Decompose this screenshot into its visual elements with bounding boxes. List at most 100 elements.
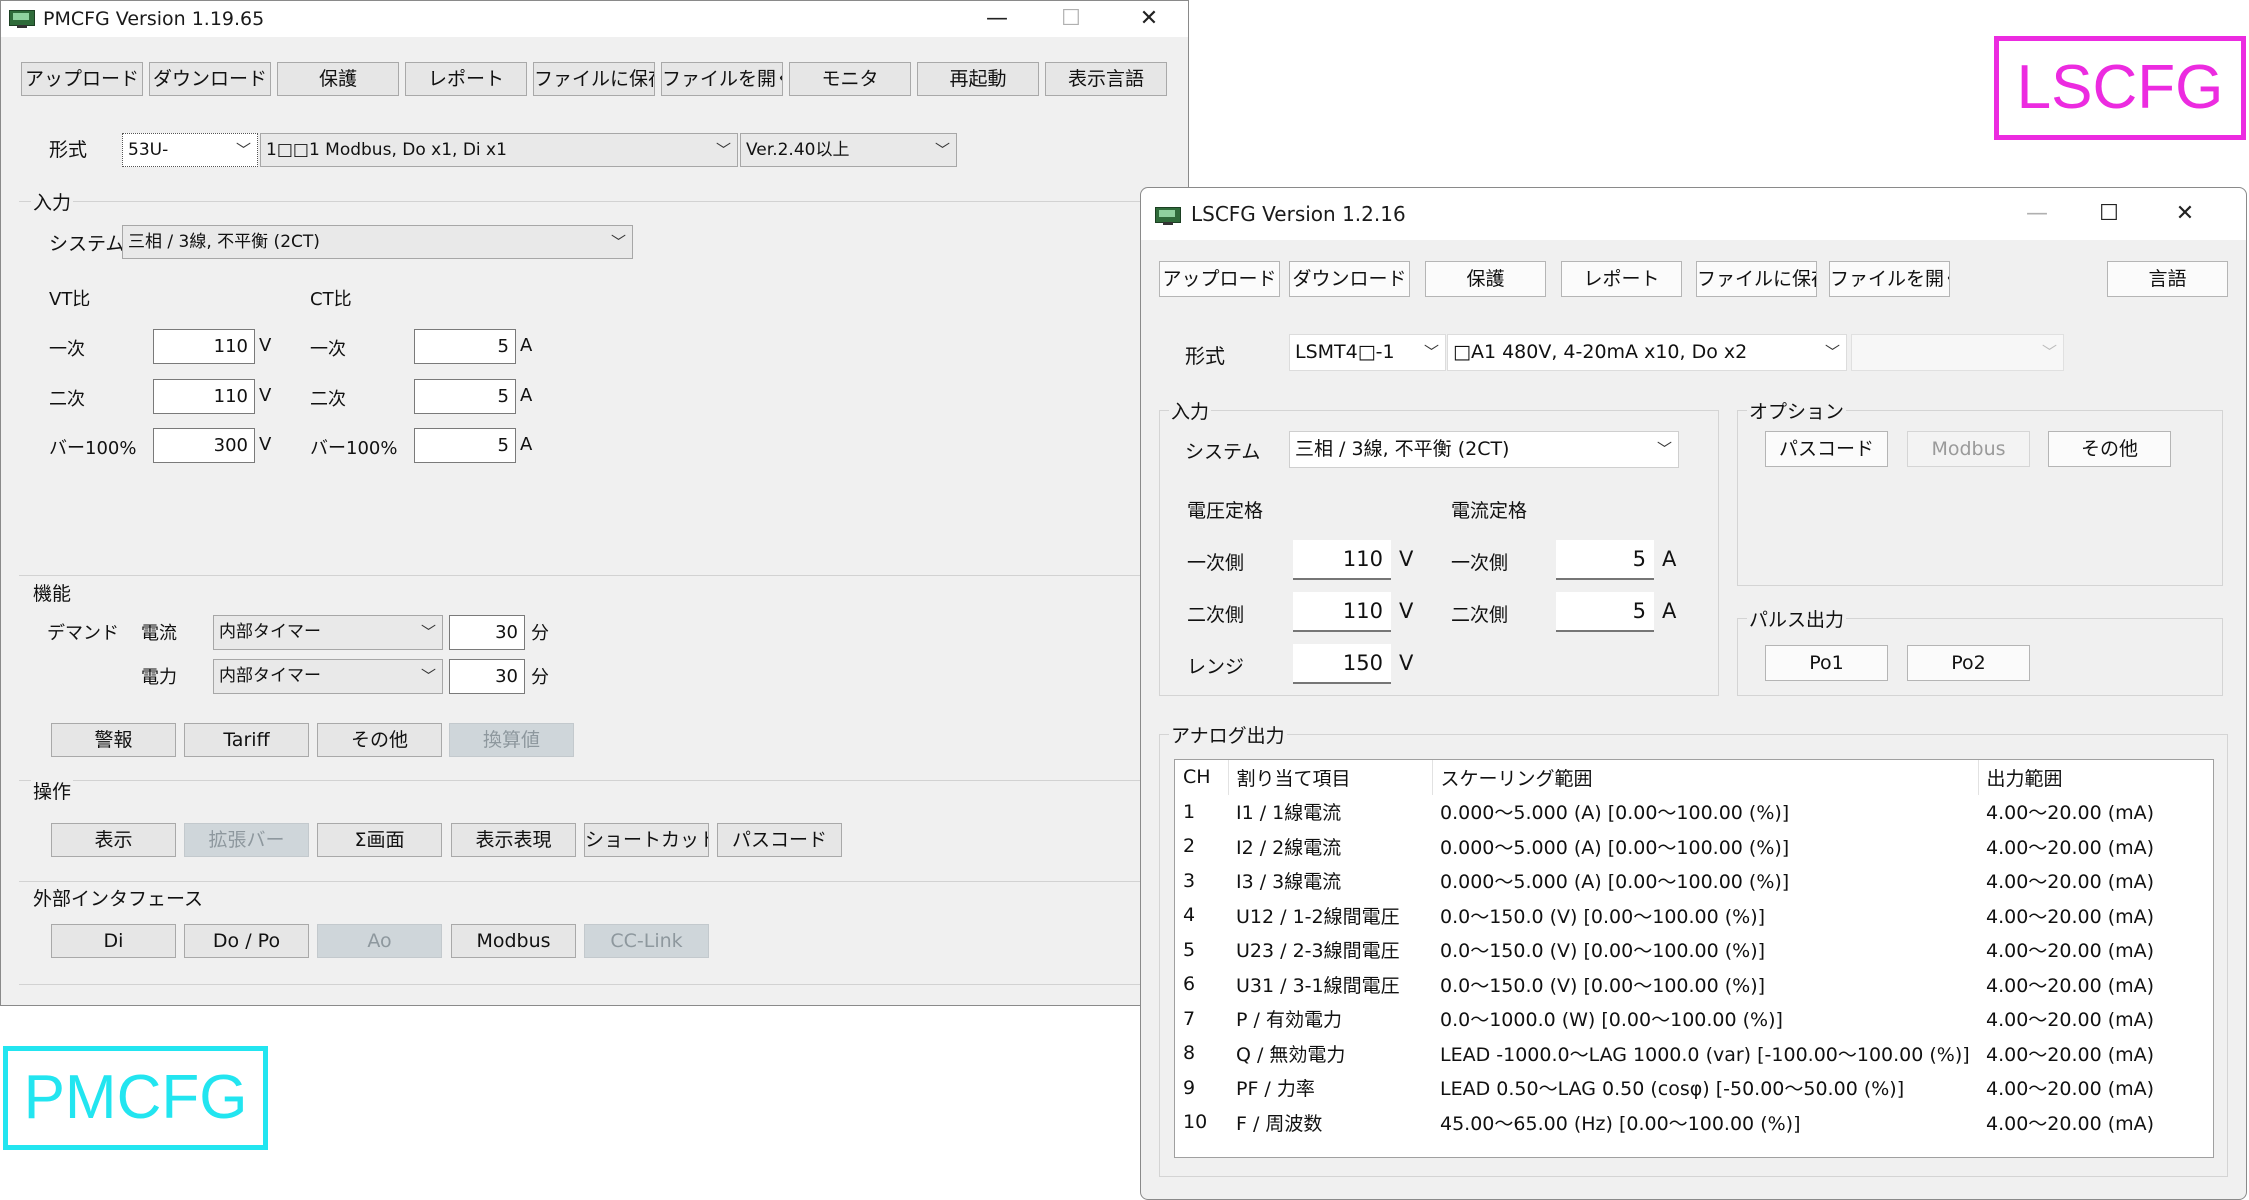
pmcfg-window: PMCFG Version 1.19.65 — ☐ ✕ アップロード ダウンロー… <box>0 0 1189 1006</box>
open-file-button[interactable]: ファイルを開く <box>1829 261 1950 297</box>
table-row[interactable]: 1 I1 / 1線電流 0.000～5.000 (A) [0.00～100.00 (… <box>1175 795 2213 830</box>
vt-primary-input[interactable]: 110 <box>153 329 255 364</box>
table-row[interactable]: 2 I2 / 2線電流 0.000～5.000 (A) [0.00～100.00 (… <box>1175 829 2213 864</box>
ct-secondary-input[interactable]: 5 <box>414 379 516 414</box>
protect-button[interactable]: 保護 <box>277 62 399 96</box>
column-header-scaling[interactable]: スケーリング範囲 <box>1432 760 1979 795</box>
save-file-button[interactable]: ファイルに保存 <box>533 62 655 96</box>
cell-item: PF / 力率 <box>1236 1078 1315 1101</box>
system-select[interactable]: 三相 / 3線, 不平衡 (2CT) ﹀ <box>1289 431 1679 468</box>
cell-output: 4.00～20.00 (mA) <box>1986 836 2155 859</box>
model-select[interactable]: 53U- ﹀ <box>122 133 258 167</box>
analog-output-table[interactable]: CH 割り当て項目 スケーリング範囲 出力範囲 1 I1 / 1線電流 0.000～… <box>1174 759 2214 1158</box>
po2-button[interactable]: Po2 <box>1907 645 2030 681</box>
ct-primary-input[interactable]: 5 <box>414 329 516 364</box>
ct-bar-unit: A <box>520 434 533 455</box>
tariff-button[interactable]: Tariff <box>184 723 309 757</box>
external-group-bottom <box>19 984 1189 985</box>
cell-output: 4.00～20.00 (mA) <box>1986 802 2155 825</box>
system-select[interactable]: 三相 / 3線, 不平衡 (2CT) ﹀ <box>122 225 633 259</box>
monitor-button[interactable]: モニタ <box>789 62 911 96</box>
passcode-button[interactable]: パスコード <box>1765 431 1888 467</box>
model-option-select[interactable]: 1□□1 Modbus, Do x1, Di x1 ﹀ <box>260 133 738 167</box>
chevron-down-icon: ﹀ <box>1656 440 1672 458</box>
lscfg-window: LSCFG Version 1.2.16 — ☐ ✕ アップロード ダウンロード… <box>1140 187 2247 1200</box>
protect-button[interactable]: 保護 <box>1425 261 1546 297</box>
column-header-ch[interactable]: CH <box>1175 760 1229 795</box>
version-select[interactable]: Ver.2.40以上 ﹀ <box>740 133 957 167</box>
table-row[interactable]: 5 U23 / 2-3線間電圧 0.0～150.0 (V) [0.00～100.00… <box>1175 933 2213 968</box>
table-row[interactable]: 6 U31 / 3-1線間電圧 0.0～150.0 (V) [0.00～100.00… <box>1175 967 2213 1002</box>
function-group-border <box>19 575 1189 576</box>
range-input[interactable]: 150 <box>1293 644 1391 684</box>
open-file-button[interactable]: ファイルを開く <box>661 62 783 96</box>
display-expression-button[interactable]: 表示表現 <box>451 823 576 857</box>
other-button[interactable]: その他 <box>317 723 442 757</box>
model-option-select[interactable]: □A1 480V, 4-20mA x10, Do x2 ﹀ <box>1447 334 1847 371</box>
table-row[interactable]: 9 PF / 力率 LEAD 0.50～LAG 0.50 (cosφ) [-50.0… <box>1175 1071 2213 1106</box>
vt-bar-input[interactable]: 300 <box>153 428 255 463</box>
vt-bar-unit: V <box>259 434 272 455</box>
conversion-button[interactable]: 換算値 <box>449 723 574 757</box>
di-button[interactable]: Di <box>51 924 176 958</box>
report-button[interactable]: レポート <box>1561 261 1682 297</box>
minimize-icon[interactable]: — <box>2007 188 2067 240</box>
language-button[interactable]: 言語 <box>2107 261 2228 297</box>
version-select[interactable]: ﹀ <box>1851 334 2064 371</box>
ct-bar-input[interactable]: 5 <box>414 428 516 463</box>
demand-current-timer-select[interactable]: 内部タイマー ﹀ <box>213 615 443 650</box>
current-primary-input[interactable]: 5 <box>1556 540 1654 580</box>
system-label: システム <box>1185 441 1261 463</box>
other-button[interactable]: その他 <box>2048 431 2171 467</box>
sigma-screen-button[interactable]: Σ画面 <box>317 823 442 857</box>
current-secondary-input[interactable]: 5 <box>1556 592 1654 632</box>
demand-power-timer-value: 内部タイマー <box>219 666 321 686</box>
upload-button[interactable]: アップロード <box>21 62 143 96</box>
display-button[interactable]: 表示 <box>51 823 176 857</box>
pmcfg-titlebar: PMCFG Version 1.19.65 — ☐ ✕ <box>1 1 1188 37</box>
save-file-button[interactable]: ファイルに保存 <box>1696 261 1817 297</box>
table-row[interactable]: 7 P / 有効電力 0.0～1000.0 (W) [0.00～100.00 (%)… <box>1175 1002 2213 1037</box>
model-option-value: 1□□1 Modbus, Do x1, Di x1 <box>266 140 507 160</box>
close-icon[interactable]: ✕ <box>2155 188 2215 240</box>
voltage-secondary-label: 二次側 <box>1187 604 1245 626</box>
table-row[interactable]: 10 F / 周波数 45.00～65.00 (Hz) [0.00～100.00 (… <box>1175 1105 2213 1140</box>
alarm-button[interactable]: 警報 <box>51 723 176 757</box>
cc-link-button[interactable]: CC-Link <box>584 924 709 958</box>
vt-secondary-label: 二次 <box>49 389 85 410</box>
close-icon[interactable]: ✕ <box>1119 1 1179 37</box>
demand-current-minutes-input[interactable]: 30 <box>449 615 525 650</box>
do-po-button[interactable]: Do / Po <box>184 924 309 958</box>
vt-secondary-input[interactable]: 110 <box>153 379 255 414</box>
demand-power-timer-select[interactable]: 内部タイマー ﹀ <box>213 659 443 694</box>
modbus-button[interactable]: Modbus <box>451 924 576 958</box>
table-row[interactable]: 8 Q / 無効電力 LEAD -1000.0～LAG 1000.0 (var) [… <box>1175 1036 2213 1071</box>
download-button[interactable]: ダウンロード <box>149 62 271 96</box>
column-header-item[interactable]: 割り当て項目 <box>1228 760 1433 795</box>
display-language-button[interactable]: 表示言語 <box>1045 62 1167 96</box>
range-label: レンジ <box>1187 656 1245 678</box>
modbus-button[interactable]: Modbus <box>1907 431 2030 467</box>
maximize-icon[interactable]: ☐ <box>2079 188 2139 240</box>
report-button[interactable]: レポート <box>405 62 527 96</box>
po1-button[interactable]: Po1 <box>1765 645 1888 681</box>
column-header-output[interactable]: 出力範囲 <box>1978 760 2213 795</box>
maximize-icon[interactable]: ☐ <box>1041 1 1101 37</box>
cell-scaling: 45.00～65.00 (Hz) [0.00～100.00 (%)] <box>1440 1112 1801 1135</box>
voltage-primary-input[interactable]: 110 <box>1293 540 1391 580</box>
demand-power-minutes-input[interactable]: 30 <box>449 659 525 694</box>
download-button[interactable]: ダウンロード <box>1289 261 1410 297</box>
upload-button[interactable]: アップロード <box>1159 261 1280 297</box>
current-secondary-unit: A <box>1662 599 1677 623</box>
table-row[interactable]: 4 U12 / 1-2線間電圧 0.0～150.0 (V) [0.00～100.00… <box>1175 898 2213 933</box>
model-select[interactable]: LSMT4□-1 ﹀ <box>1289 334 1446 371</box>
passcode-button[interactable]: パスコード <box>717 823 842 857</box>
restart-button[interactable]: 再起動 <box>917 62 1039 96</box>
table-row[interactable]: 3 I3 / 3線電流 0.000～5.000 (A) [0.00～100.00 (… <box>1175 864 2213 899</box>
shortcut-button[interactable]: ショートカット <box>584 823 709 857</box>
extended-bar-button[interactable]: 拡張バー <box>184 823 309 857</box>
cell-ch: 9 <box>1183 1076 1196 1099</box>
minimize-icon[interactable]: — <box>967 1 1027 37</box>
ao-button[interactable]: Ao <box>317 924 442 958</box>
voltage-secondary-input[interactable]: 110 <box>1293 592 1391 632</box>
